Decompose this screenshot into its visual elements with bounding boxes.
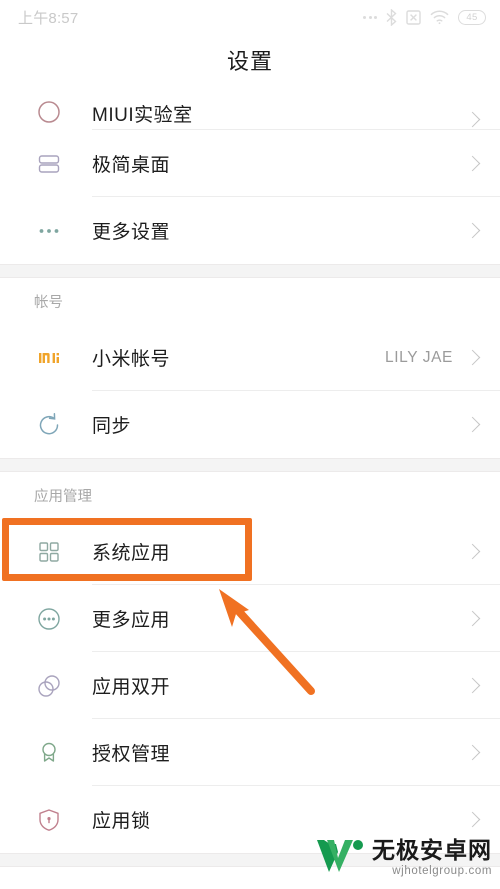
mi-logo-icon [0,345,92,371]
watermark-subtitle: wjhotelgroup.com [392,865,492,878]
chevron-right-icon [464,811,481,828]
status-bar-clock: 上午8:57 [18,9,79,27]
chevron-right-icon [464,155,481,172]
settings-list: MIUI实验室 极简桌面 更多设置 帐号 小米帐号 LILY JAE 同步 应用… [0,86,500,889]
settings-row-label: MIUI实验室 [92,105,193,126]
no-sim-icon [406,9,421,25]
wifi-icon [430,10,449,25]
watermark-logo-icon [313,834,365,883]
settings-row-authorization[interactable]: 授权管理 [0,719,500,786]
dual-apps-icon [0,673,92,699]
chevron-right-icon [464,222,481,239]
watermark: 无极安卓网 wjhotelgroup.com [313,834,492,883]
settings-row-label: 应用锁 [92,811,151,832]
settings-row-label: 授权管理 [92,744,171,765]
settings-row-label: 同步 [92,416,132,437]
chevron-right-icon [464,416,481,433]
chevron-right-icon [464,744,481,761]
page-title: 设置 [226,49,273,74]
chevron-right-icon [464,349,481,366]
circle-icon [0,99,92,125]
settings-row-label: 系统应用 [92,543,171,564]
settings-row-more-settings[interactable]: 更多设置 [0,197,500,264]
shield-lock-icon [0,807,92,833]
watermark-title: 无极安卓网 [372,837,492,864]
settings-row-miui-lab[interactable]: MIUI实验室 [0,86,500,130]
status-bar-icons: 45 [363,8,486,26]
settings-row-label: 应用双开 [92,677,171,698]
phone-screen: 上午8:57 45 设置 MIUI实验室 极简桌面 更多设置 帐号 小米帐号 L… [0,0,500,889]
settings-row-dual-apps[interactable]: 应用双开 [0,652,500,719]
status-bar: 上午8:57 45 [0,0,500,34]
chevron-right-icon [464,111,481,128]
battery-indicator: 45 [458,9,486,25]
settings-row-system-apps[interactable]: 系统应用 [0,518,500,585]
settings-row-more-apps[interactable]: 更多应用 [0,585,500,652]
circle-dots-icon [0,606,92,632]
section-divider [0,458,500,472]
settings-row-mi-account[interactable]: 小米帐号 LILY JAE [0,324,500,391]
more-dots-icon [0,218,92,244]
simple-home-icon [0,151,92,177]
title-bar: 设置 [0,34,500,86]
settings-row-value: LILY JAE [385,348,453,366]
watermark-text: 无极安卓网 wjhotelgroup.com [372,839,492,878]
settings-row-label: 更多应用 [92,610,171,631]
section-header-account: 帐号 [0,278,500,324]
chevron-right-icon [464,543,481,560]
bluetooth-icon [386,8,397,26]
section-header-app-management: 应用管理 [0,472,500,518]
section-divider [0,264,500,278]
settings-row-sync[interactable]: 同步 [0,391,500,458]
settings-row-label: 更多设置 [92,222,171,243]
chevron-right-icon [464,677,481,694]
sync-icon [0,412,92,438]
grid-apps-icon [0,539,92,565]
settings-row-simple-home[interactable]: 极简桌面 [0,130,500,197]
more-dots-icon [363,15,377,19]
settings-row-label: 极简桌面 [92,155,171,176]
settings-row-label: 小米帐号 [92,349,171,370]
chevron-right-icon [464,610,481,627]
badge-icon [0,740,92,766]
